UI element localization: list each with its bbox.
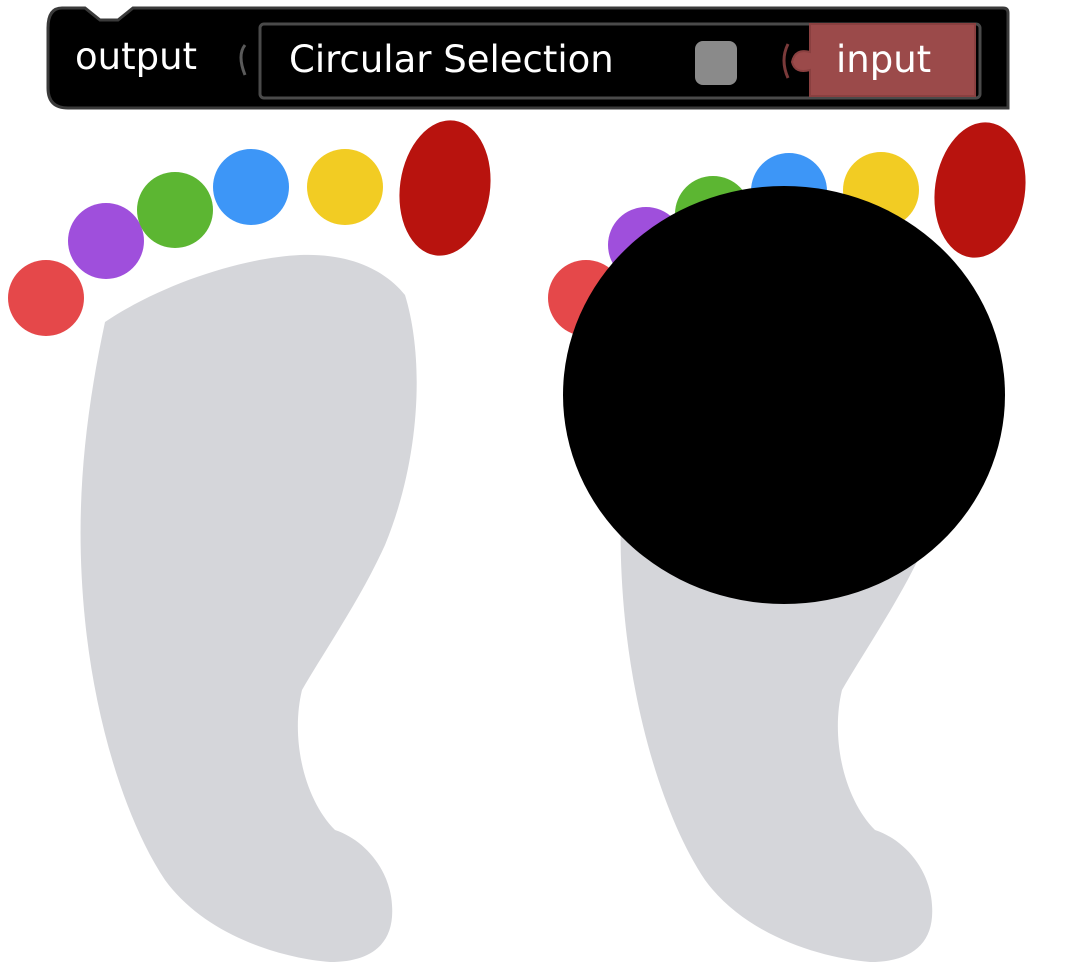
preview-canvas	[8, 120, 1026, 963]
output-footprint	[548, 122, 1026, 963]
toe-1	[8, 260, 84, 336]
toe-big	[399, 120, 491, 256]
circular-selection[interactable]	[563, 186, 1005, 604]
toe-2	[68, 203, 144, 279]
toe-big-output	[934, 122, 1026, 258]
toe-4	[213, 149, 289, 225]
toe-5	[307, 149, 383, 225]
input-footprint	[8, 120, 491, 963]
foot-sole	[80, 254, 417, 963]
toe-3	[137, 172, 213, 248]
